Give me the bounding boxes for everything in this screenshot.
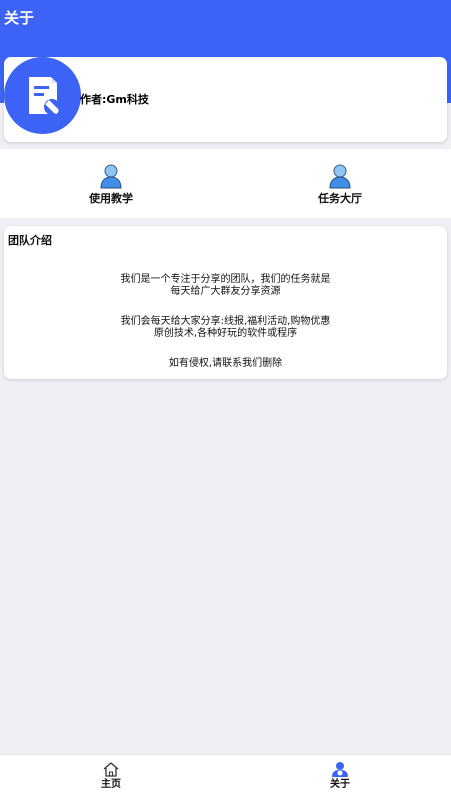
team-intro-text: 如有侵权,请联系我们删除 — [168, 358, 283, 369]
team-intro-text: 我们是一个专注于分享的团队，我们的任务就是 — [120, 274, 331, 285]
team-intro-text: 每天给广大群友分享资源 — [170, 286, 281, 297]
tab-about-label: 关于 — [330, 779, 350, 790]
team-intro-text: 我们会每天给大家分享:线报,福利活动,购物优惠 — [120, 316, 331, 327]
tutorial-label: 使用教学 — [89, 192, 133, 205]
task-hall-label: 任务大厅 — [318, 192, 362, 205]
tab-home-label: 主页 — [101, 779, 121, 790]
tab-home[interactable]: 主页 — [81, 761, 141, 791]
bottom-tab-bar: 主页 关于 — [0, 754, 451, 795]
task-hall-link[interactable]: 任务大厅 — [300, 163, 380, 206]
user-icon — [329, 164, 351, 189]
home-icon — [103, 762, 119, 777]
app-logo — [4, 57, 81, 134]
team-intro-title: 团队介绍 — [8, 234, 52, 247]
team-intro-text: 原创技术,各种好玩的软件或程序 — [153, 328, 298, 339]
user-icon — [100, 164, 122, 189]
about-page: 关于 作者:Gm科技 使用教学 任务大厅 团队介绍 我们是一个专注于分享的团队，… — [0, 0, 451, 795]
document-wrench-icon — [28, 76, 60, 115]
quick-links: 使用教学 任务大厅 — [0, 149, 451, 218]
tab-about[interactable]: 关于 — [310, 761, 370, 791]
about-icon — [332, 762, 348, 777]
author-label: 作者:Gm科技 — [80, 93, 149, 106]
tutorial-link[interactable]: 使用教学 — [71, 163, 151, 206]
team-intro-card: 团队介绍 我们是一个专注于分享的团队，我们的任务就是 每天给广大群友分享资源 我… — [4, 226, 447, 379]
page-title: 关于 — [4, 9, 35, 27]
